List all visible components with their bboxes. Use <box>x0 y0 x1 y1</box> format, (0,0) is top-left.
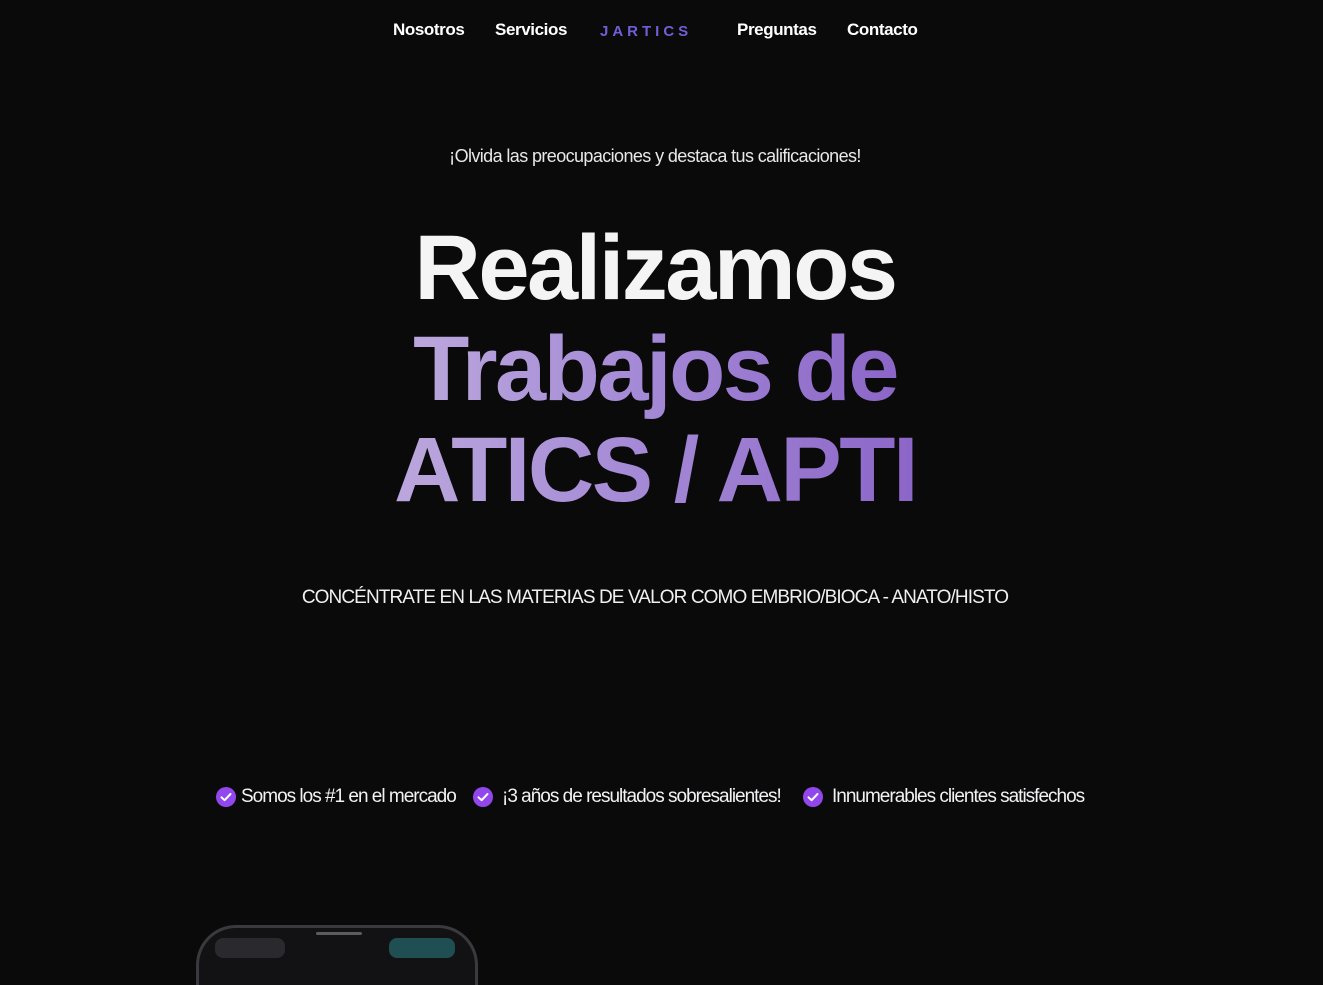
nav-link-preguntas[interactable]: Preguntas <box>737 20 817 40</box>
nav-link-servicios[interactable]: Servicios <box>495 20 567 40</box>
headline-line-2: Trabajos de <box>413 318 899 420</box>
phone-mockup <box>196 925 478 985</box>
brand-logo[interactable]: JARTICS <box>600 23 692 40</box>
phone-notch <box>316 932 362 935</box>
headline-line-3: ATICS / APTI <box>394 419 919 521</box>
check-circle-icon <box>216 787 236 807</box>
check-circle-icon <box>803 787 823 807</box>
nav-link-contacto[interactable]: Contacto <box>847 20 918 40</box>
feature-text: Somos los #1 en el mercado <box>241 786 457 807</box>
phone-screen-element <box>389 938 455 958</box>
top-navigation: Nosotros Servicios JARTICS Preguntas Con… <box>0 18 1323 44</box>
phone-screen-element <box>215 938 285 958</box>
nav-link-nosotros[interactable]: Nosotros <box>393 20 465 40</box>
feature-text: ¡3 años de resultados sobresalientes! <box>502 786 782 807</box>
feature-text: Innumerables clientes satisfechos <box>832 786 1085 807</box>
hero-tagline: ¡Olvida las preocupaciones y destaca tus… <box>449 146 861 166</box>
hero-subheadline: CONCÉNTRATE EN LAS MATERIAS DE VALOR COM… <box>301 587 1009 608</box>
headline-line-1: Realizamos <box>414 217 898 319</box>
check-circle-icon <box>473 787 493 807</box>
hero-headline: Realizamos Trabajos de ATICS / APTI <box>0 218 1310 521</box>
